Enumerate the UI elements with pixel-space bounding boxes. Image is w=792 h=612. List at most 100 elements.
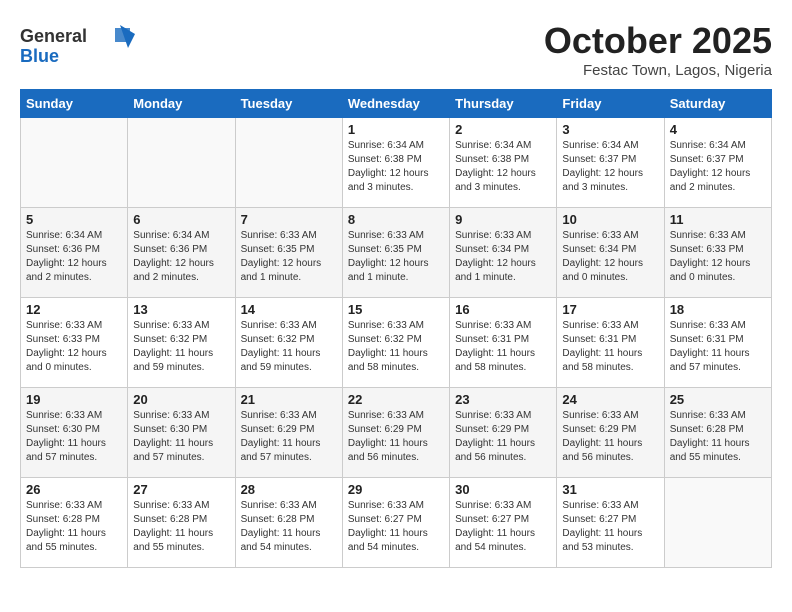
day-info: Sunrise: 6:33 AM Sunset: 6:31 PM Dayligh…: [670, 319, 766, 375]
day-number: 22: [348, 392, 444, 407]
day-number: 12: [26, 302, 122, 317]
calendar-cell: 27 Sunrise: 6:33 AM Sunset: 6:28 PM Dayli…: [128, 478, 235, 568]
day-number: 15: [348, 302, 444, 317]
calendar-table: SundayMondayTuesdayWednesdayThursdayFrid…: [20, 89, 772, 568]
day-info: Sunrise: 6:33 AM Sunset: 6:31 PM Dayligh…: [562, 319, 658, 375]
day-info: Sunrise: 6:34 AM Sunset: 6:36 PM Dayligh…: [26, 229, 122, 285]
calendar-cell: 13Sunrise: 6:33 AM Sunset: 6:32 PM Dayli…: [128, 298, 235, 388]
calendar-cell: 26Sunrise: 6:33 AM Sunset: 6:28 PM Dayli…: [21, 478, 128, 568]
day-number: 29: [348, 482, 444, 497]
day-info: Sunrise: 6:33 AM Sunset: 6:29 PM Dayligh…: [562, 409, 658, 465]
day-info: Sunrise: 6:34 AM Sunset: 6:38 PM Dayligh…: [348, 139, 444, 195]
month-title: October 2025: [544, 20, 772, 62]
day-info: Sunrise: 6:33 AM Sunset: 6:28 PM Dayligh…: [670, 409, 766, 465]
day-number: 3: [562, 122, 658, 137]
calendar-cell: 8 Sunrise: 6:33 AM Sunset: 6:35 PM Daylig…: [342, 208, 449, 298]
day-number: 30: [455, 482, 551, 497]
day-info: Sunrise: 6:34 AM Sunset: 6:37 PM Dayligh…: [670, 139, 766, 195]
calendar-cell: 5 Sunrise: 6:34 AM Sunset: 6:36 PM Daylig…: [21, 208, 128, 298]
day-info: Sunrise: 6:33 AM Sunset: 6:35 PM Dayligh…: [348, 229, 444, 285]
location-subtitle: Festac Town, Lagos, Nigeria: [544, 62, 772, 79]
calendar-cell: 20Sunrise: 6:33 AM Sunset: 6:30 PM Dayli…: [128, 388, 235, 478]
day-info: Sunrise: 6:33 AM Sunset: 6:32 PM Dayligh…: [348, 319, 444, 375]
page-header: General Blue October 2025 Festac Town, L…: [20, 20, 772, 79]
calendar-cell: 15 Sunrise: 6:33 AM Sunset: 6:32 PM Dayli…: [342, 298, 449, 388]
logo-text: General Blue: [20, 20, 140, 75]
day-info: Sunrise: 6:34 AM Sunset: 6:38 PM Dayligh…: [455, 139, 551, 195]
day-number: 27: [133, 482, 229, 497]
calendar-week-row: 5 Sunrise: 6:34 AM Sunset: 6:36 PM Daylig…: [21, 208, 772, 298]
calendar-cell: 4 Sunrise: 6:34 AM Sunset: 6:37 PM Daylig…: [664, 118, 771, 208]
calendar-cell: 17Sunrise: 6:33 AM Sunset: 6:31 PM Dayli…: [557, 298, 664, 388]
calendar-body: 1 Sunrise: 6:34 AM Sunset: 6:38 PM Daylig…: [21, 118, 772, 568]
day-info: Sunrise: 6:33 AM Sunset: 6:27 PM Dayligh…: [348, 499, 444, 555]
day-number: 14: [241, 302, 337, 317]
svg-text:Blue: Blue: [20, 46, 59, 66]
calendar-cell: 7 Sunrise: 6:33 AM Sunset: 6:35 PM Daylig…: [235, 208, 342, 298]
day-info: Sunrise: 6:33 AM Sunset: 6:29 PM Dayligh…: [241, 409, 337, 465]
day-number: 11: [670, 212, 766, 227]
day-number: 1: [348, 122, 444, 137]
day-number: 31: [562, 482, 658, 497]
calendar-cell: 2Sunrise: 6:34 AM Sunset: 6:38 PM Daylig…: [450, 118, 557, 208]
calendar-cell: 31Sunrise: 6:33 AM Sunset: 6:27 PM Dayli…: [557, 478, 664, 568]
calendar-header-row: SundayMondayTuesdayWednesdayThursdayFrid…: [21, 90, 772, 118]
calendar-cell: 1 Sunrise: 6:34 AM Sunset: 6:38 PM Daylig…: [342, 118, 449, 208]
day-info: Sunrise: 6:33 AM Sunset: 6:35 PM Dayligh…: [241, 229, 337, 285]
svg-text:General: General: [20, 26, 87, 46]
calendar-cell: 14 Sunrise: 6:33 AM Sunset: 6:32 PM Dayli…: [235, 298, 342, 388]
day-info: Sunrise: 6:33 AM Sunset: 6:28 PM Dayligh…: [241, 499, 337, 555]
day-number: 28: [241, 482, 337, 497]
day-info: Sunrise: 6:34 AM Sunset: 6:36 PM Dayligh…: [133, 229, 229, 285]
day-number: 25: [670, 392, 766, 407]
day-number: 19: [26, 392, 122, 407]
day-info: Sunrise: 6:33 AM Sunset: 6:30 PM Dayligh…: [133, 409, 229, 465]
day-info: Sunrise: 6:33 AM Sunset: 6:29 PM Dayligh…: [348, 409, 444, 465]
day-number: 5: [26, 212, 122, 227]
day-info: Sunrise: 6:33 AM Sunset: 6:32 PM Dayligh…: [241, 319, 337, 375]
calendar-week-row: 1 Sunrise: 6:34 AM Sunset: 6:38 PM Daylig…: [21, 118, 772, 208]
day-info: Sunrise: 6:33 AM Sunset: 6:33 PM Dayligh…: [670, 229, 766, 285]
day-info: Sunrise: 6:33 AM Sunset: 6:33 PM Dayligh…: [26, 319, 122, 375]
day-number: 8: [348, 212, 444, 227]
calendar-week-row: 19 Sunrise: 6:33 AM Sunset: 6:30 PM Dayli…: [21, 388, 772, 478]
day-number: 6: [133, 212, 229, 227]
calendar-cell: 9Sunrise: 6:33 AM Sunset: 6:34 PM Daylig…: [450, 208, 557, 298]
weekday-header-tuesday: Tuesday: [235, 90, 342, 118]
day-info: Sunrise: 6:34 AM Sunset: 6:37 PM Dayligh…: [562, 139, 658, 195]
calendar-cell: 23Sunrise: 6:33 AM Sunset: 6:29 PM Dayli…: [450, 388, 557, 478]
day-info: Sunrise: 6:33 AM Sunset: 6:31 PM Dayligh…: [455, 319, 551, 375]
title-block: October 2025 Festac Town, Lagos, Nigeria: [544, 20, 772, 79]
day-number: 24: [562, 392, 658, 407]
calendar-week-row: 26 Sunrise: 6:33 AM Sunset: 6:28 PM Dayli…: [21, 478, 772, 568]
weekday-header-thursday: Thursday: [450, 90, 557, 118]
day-info: Sunrise: 6:33 AM Sunset: 6:30 PM Dayligh…: [26, 409, 122, 465]
day-number: 16: [455, 302, 551, 317]
calendar-cell: [664, 478, 771, 568]
calendar-cell: [128, 118, 235, 208]
day-info: Sunrise: 6:33 AM Sunset: 6:34 PM Dayligh…: [562, 229, 658, 285]
calendar-cell: 21 Sunrise: 6:33 AM Sunset: 6:29 PM Dayli…: [235, 388, 342, 478]
calendar-cell: [21, 118, 128, 208]
day-number: 4: [670, 122, 766, 137]
day-number: 21: [241, 392, 337, 407]
calendar-cell: 11 Sunrise: 6:33 AM Sunset: 6:33 PM Dayli…: [664, 208, 771, 298]
calendar-cell: 30 Sunrise: 6:33 AM Sunset: 6:27 PM Dayli…: [450, 478, 557, 568]
day-number: 7: [241, 212, 337, 227]
day-number: 13: [133, 302, 229, 317]
calendar-cell: 29 Sunrise: 6:33 AM Sunset: 6:27 PM Dayli…: [342, 478, 449, 568]
calendar-cell: 19 Sunrise: 6:33 AM Sunset: 6:30 PM Dayli…: [21, 388, 128, 478]
day-info: Sunrise: 6:33 AM Sunset: 6:34 PM Dayligh…: [455, 229, 551, 285]
calendar-cell: 6 Sunrise: 6:34 AM Sunset: 6:36 PM Daylig…: [128, 208, 235, 298]
calendar-cell: 16 Sunrise: 6:33 AM Sunset: 6:31 PM Dayli…: [450, 298, 557, 388]
calendar-cell: 10 Sunrise: 6:33 AM Sunset: 6:34 PM Dayli…: [557, 208, 664, 298]
day-number: 26: [26, 482, 122, 497]
calendar-cell: 24 Sunrise: 6:33 AM Sunset: 6:29 PM Dayli…: [557, 388, 664, 478]
day-info: Sunrise: 6:33 AM Sunset: 6:28 PM Dayligh…: [133, 499, 229, 555]
day-number: 10: [562, 212, 658, 227]
day-info: Sunrise: 6:33 AM Sunset: 6:27 PM Dayligh…: [455, 499, 551, 555]
logo: General Blue: [20, 20, 140, 75]
calendar-cell: 28 Sunrise: 6:33 AM Sunset: 6:28 PM Dayli…: [235, 478, 342, 568]
weekday-header-monday: Monday: [128, 90, 235, 118]
weekday-header-wednesday: Wednesday: [342, 90, 449, 118]
